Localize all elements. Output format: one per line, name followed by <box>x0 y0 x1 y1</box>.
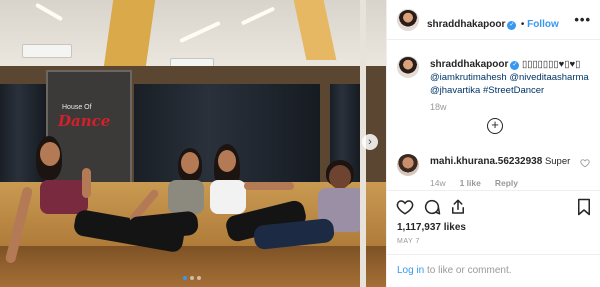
photo-floor-edge <box>0 246 386 287</box>
studio-logo-small: House Of <box>62 104 92 111</box>
carousel-dot <box>190 276 194 280</box>
share-icon[interactable] <box>449 198 467 216</box>
login-link[interactable]: Log in <box>397 265 424 276</box>
carousel-dot <box>183 276 187 280</box>
caption-mention[interactable]: @niveditaasharma <box>509 72 588 83</box>
author-avatar[interactable] <box>397 9 419 31</box>
comment-likes-link[interactable]: 1 like <box>460 178 481 188</box>
studio-logo-text: Dance <box>58 112 111 130</box>
more-options-icon[interactable]: ••• <box>574 12 591 27</box>
chevron-right-icon: › <box>368 136 372 148</box>
photo-ac-unit <box>22 44 72 58</box>
login-suffix: to like or comment. <box>427 265 512 276</box>
caption-hashtag[interactable]: #StreetDancer <box>483 85 544 96</box>
load-more-comments-button[interactable]: + <box>487 118 503 134</box>
carousel-indicator <box>183 276 201 280</box>
caption-mention[interactable]: @jhavartika <box>430 85 480 96</box>
heart-icon[interactable] <box>396 198 414 216</box>
plus-circle-icon: + <box>491 117 499 132</box>
caption-time: 18w <box>430 102 447 112</box>
caption-avatar[interactable] <box>397 56 419 78</box>
caption-mention[interactable]: @iamkrutimahesh <box>430 72 507 83</box>
caption-emoji: ▯▯▯▯▯▯▯♥▯♥▯ <box>522 59 581 70</box>
bookmark-icon[interactable] <box>575 198 593 216</box>
post-date: MAY 7 <box>397 238 420 245</box>
caption-username[interactable]: shraddhakapoor <box>430 59 508 70</box>
carousel-dot <box>197 276 201 280</box>
login-prompt: Log in to like or comment. <box>397 265 512 276</box>
post-photo[interactable]: House Of Dance › <box>0 0 386 287</box>
verified-badge-icon: ✓ <box>507 21 517 30</box>
comment-icon[interactable] <box>423 198 441 216</box>
comment-meta: 14w 1 like Reply <box>430 178 518 188</box>
carousel-next-button[interactable]: › <box>362 134 378 150</box>
author-line: shraddhakapoor ✓ • Follow <box>427 14 559 32</box>
comment-item: mahi.khurana.56232938 Super <box>430 156 570 167</box>
follow-button[interactable]: Follow <box>527 19 559 30</box>
comment-reply-button[interactable]: Reply <box>495 178 518 188</box>
author-username[interactable]: shraddhakapoor <box>427 19 505 30</box>
comment-text: Super <box>544 156 571 167</box>
comment-time: 14w <box>430 178 446 188</box>
divider <box>387 254 600 255</box>
commenter-avatar[interactable] <box>397 154 419 176</box>
post-header: shraddhakapoor ✓ • Follow ••• <box>387 0 600 40</box>
caption-text: shraddhakapoor ✓ ▯▯▯▯▯▯▯♥▯♥▯ @iamkrutimah… <box>430 58 590 97</box>
comment-heart-icon[interactable] <box>580 158 590 168</box>
post-details-panel: shraddhakapoor ✓ • Follow ••• shraddhakap… <box>386 0 600 287</box>
verified-badge-icon: ✓ <box>510 61 520 70</box>
likes-count[interactable]: 1,117,937 likes <box>397 222 466 233</box>
commenter-username[interactable]: mahi.khurana.56232938 <box>430 156 542 167</box>
divider <box>387 190 600 191</box>
